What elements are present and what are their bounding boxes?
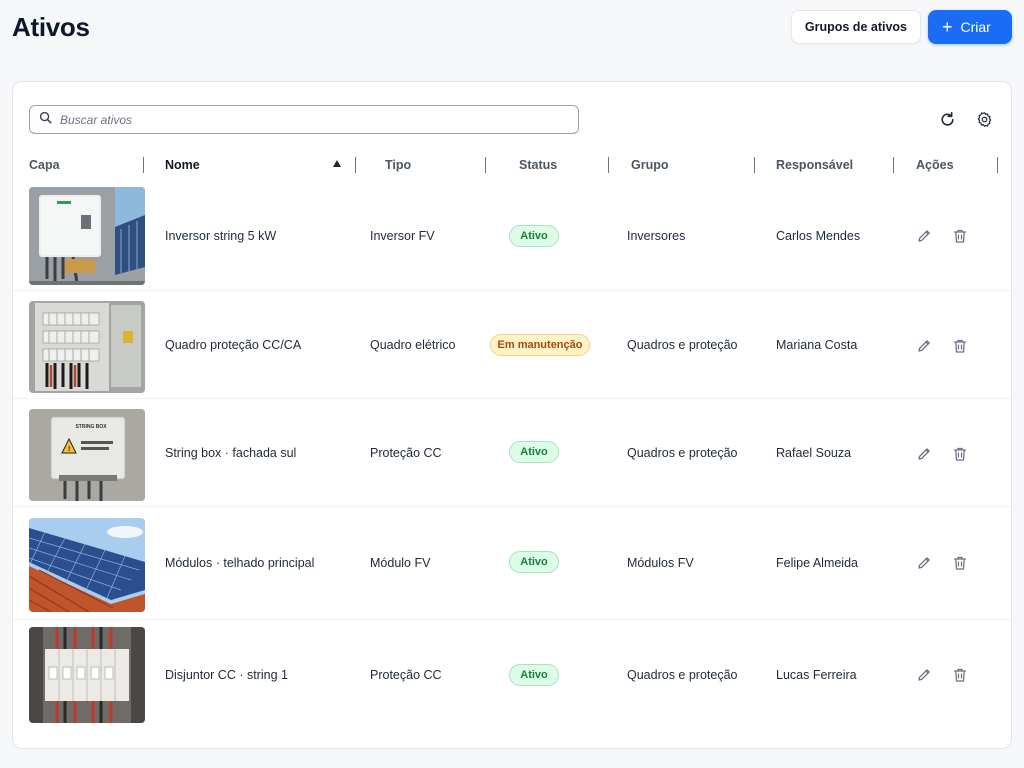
column-header-status[interactable]: Status [519,150,557,180]
edit-icon[interactable] [915,666,933,684]
column-header-nome[interactable]: Nome [165,150,200,180]
solar-modules-thumbnail [29,518,145,612]
table-row[interactable]: Inversor string 5 kW Inversor FV Ativo I… [13,181,1011,291]
assets-card: Capa Nome Tipo Status Grupo Responsável … [12,81,1012,749]
asset-owner: Rafael Souza [776,445,852,460]
table-row[interactable]: Disjuntor CC · string 1 Proteção CC Ativ… [13,620,1011,730]
asset-group: Quadros e proteção [627,337,738,352]
create-button-label: Criar [960,19,991,35]
asset-name[interactable]: Módulos · telhado principal [165,507,314,619]
asset-group: Quadros e proteção [627,445,738,460]
column-divider [893,157,894,173]
asset-group: Inversores [627,228,686,243]
column-header-tipo[interactable]: Tipo [385,150,411,180]
table-row[interactable]: Quadro proteção CC/CA Quadro elétrico Em… [13,291,1011,399]
search-box[interactable] [29,105,579,134]
plus-icon: + [942,17,953,37]
asset-group: Módulos FV [627,556,694,570]
header-actions: Grupos de ativos + Criar [790,10,1012,44]
asset-group: Quadros e proteção [627,668,738,682]
column-divider [608,157,609,173]
asset-type: Proteção CC [370,668,442,682]
status-badge: Ativo [509,225,559,247]
column-header-responsavel[interactable]: Responsável [776,150,853,180]
asset-owner: Felipe Almeida [776,556,858,570]
delete-icon[interactable] [951,227,969,245]
column-header-grupo[interactable]: Grupo [631,150,669,180]
edit-icon[interactable] [915,337,933,355]
asset-name[interactable]: Quadro proteção CC/CA [165,291,301,398]
asset-groups-button[interactable]: Grupos de ativos [790,10,921,44]
create-button[interactable]: + Criar [928,10,1012,44]
asset-type: Inversor FV [370,228,435,243]
delete-icon[interactable] [951,666,969,684]
column-divider [754,157,755,173]
svg-text:!: ! [68,446,70,453]
edit-icon[interactable] [915,227,933,245]
column-divider [997,157,998,173]
delete-icon[interactable] [951,337,969,355]
column-divider [485,157,486,173]
edit-icon[interactable] [915,445,933,463]
refresh-icon[interactable] [936,108,958,130]
table-row[interactable]: STRING BOX ! String box · fachada sul Pr… [13,399,1011,507]
column-header-capa: Capa [29,158,60,172]
status-badge: Ativo [509,664,559,686]
asset-name[interactable]: String box · fachada sul [165,399,296,506]
gear-icon[interactable] [973,108,995,130]
asset-owner: Mariana Costa [776,337,858,352]
asset-type: Proteção CC [370,445,442,460]
status-badge: Ativo [509,551,559,573]
column-divider [355,157,356,173]
page-header: Ativos Grupos de ativos + Criar [12,8,1012,46]
edit-icon[interactable] [915,554,933,572]
asset-owner: Carlos Mendes [776,228,861,243]
string-box-thumbnail: STRING BOX ! [29,409,145,501]
inverter-thumbnail [29,187,145,285]
status-badge: Em manutenção [490,334,590,356]
search-icon [39,111,52,129]
asset-owner: Lucas Ferreira [776,668,857,682]
delete-icon[interactable] [951,445,969,463]
dc-breaker-thumbnail [29,627,145,723]
asset-type: Quadro elétrico [370,337,456,352]
table-header: Capa Nome Tipo Status Grupo Responsável … [13,150,1011,180]
table-row[interactable]: Módulos · telhado principal Módulo FV At… [13,507,1011,620]
page-title: Ativos [12,11,90,42]
column-divider [143,157,144,173]
asset-type: Módulo FV [370,556,431,570]
asset-name[interactable]: Inversor string 5 kW [165,181,276,290]
delete-icon[interactable] [951,554,969,572]
string-box-label: STRING BOX [75,424,107,430]
sort-ascending-icon[interactable] [333,160,341,167]
status-badge: Ativo [509,441,559,463]
electrical-panel-thumbnail [29,301,145,393]
column-header-acoes: Ações [916,158,954,172]
asset-name[interactable]: Disjuntor CC · string 1 [165,620,288,730]
search-input[interactable] [60,112,540,127]
